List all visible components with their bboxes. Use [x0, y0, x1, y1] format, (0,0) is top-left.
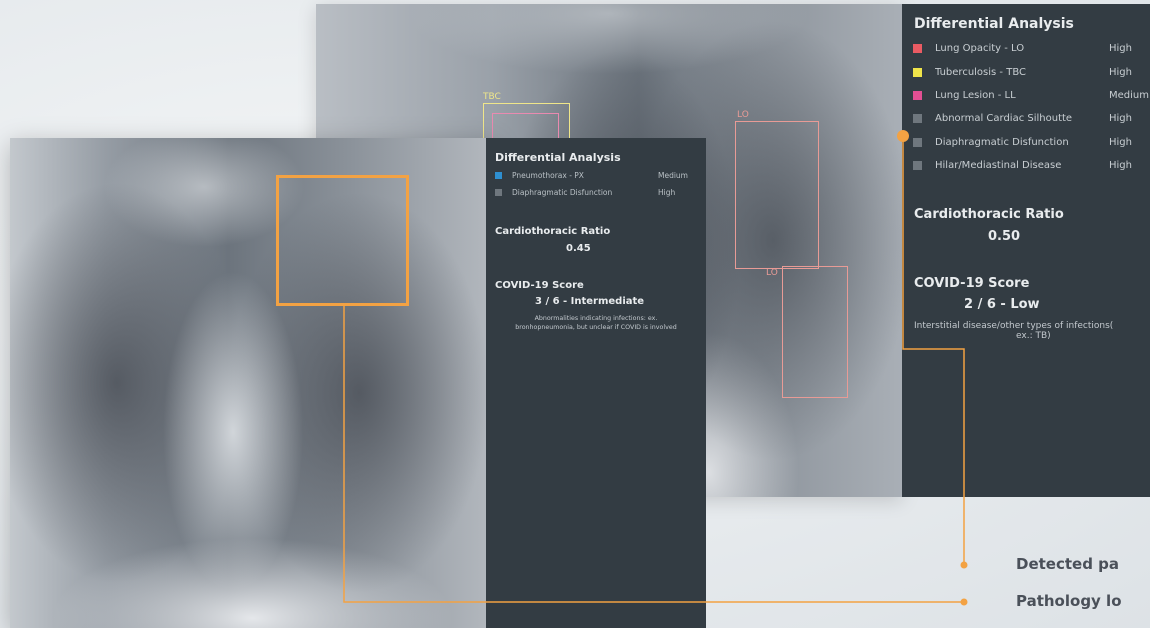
detected-callout-anchor-dot — [897, 130, 909, 142]
pathology-callout-end-dot — [960, 598, 968, 606]
detected-callout-line — [902, 136, 965, 565]
pathology-callout-line — [343, 306, 964, 603]
detected-pathology-callout: Detected pa — [1016, 555, 1120, 573]
pathology-location-callout: Pathology lo — [1016, 592, 1122, 610]
detected-callout-end-dot — [960, 561, 968, 569]
callout-lines — [343, 130, 968, 606]
